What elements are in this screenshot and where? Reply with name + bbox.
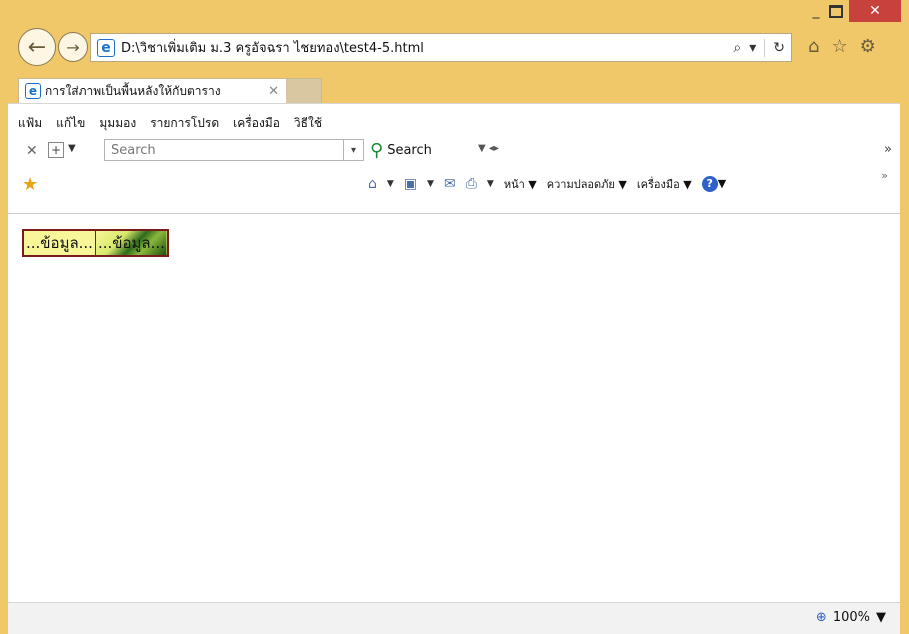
zoom-control[interactable]: ⊕ 100% ▼ [816,610,886,625]
menu-file[interactable]: แฟ้ม [18,114,42,133]
command-items: ⌂ ▼ ▣ ▼ ✉ ⎙ ▼ หน้า ▼ ความปลอดภัย ▼ เครื่… [368,175,726,193]
favorites-star-icon[interactable]: ☆ [831,36,847,57]
tab-ie-icon: e [25,83,41,99]
print-icon[interactable]: ⎙ [466,176,477,192]
address-url: D:\วิชาเพิ่มเติม ม.3 ครูอัจฉรา ไชยทอง\te… [121,41,424,56]
background-image-table: ...ข้อมูล... ...ข้อมูล... [22,229,169,257]
search-options-icon[interactable]: ▼ ◂▸ [478,143,499,154]
mail-icon[interactable]: ✉ [444,176,456,192]
safety-menu-label: ความปลอดภัย [546,178,615,191]
table-cell-image-background: ...ข้อมูล... [94,229,169,257]
toolbar-close-icon[interactable]: ✕ [26,143,38,159]
tab-active[interactable]: e การใส่ภาพเป็นพื้นหลังให้กับตาราง ✕ [18,78,288,103]
close-icon: ✕ [869,3,881,19]
menu-help[interactable]: วิธีใช้ [294,114,322,133]
toolbar-area: แฟ้ม แก้ไข มุมมอง รายการโปรด เครื่องมือ … [8,103,900,213]
tools-menu[interactable]: เครื่องมือ ▼ [637,175,692,193]
menu-edit[interactable]: แก้ไข [56,114,85,133]
back-button[interactable]: ← [18,28,56,66]
settings-gear-icon[interactable]: ⚙ [860,36,876,57]
zoom-dropdown-icon[interactable]: ▼ [876,610,886,625]
toolbar-add-icon[interactable]: + [48,142,64,158]
command-more-icon[interactable]: » [881,169,888,182]
minimize-icon: _ [812,3,820,19]
print-dropdown-icon[interactable]: ▼ [487,179,494,189]
home-icon[interactable]: ⌂ [808,36,819,57]
home-dropdown-icon[interactable]: ▼ [387,179,394,189]
menu-view[interactable]: มุมมอง [99,114,136,133]
maximize-button[interactable] [823,0,849,22]
refresh-icon[interactable]: ↻ [773,40,785,56]
zoom-level: 100% [832,610,870,625]
address-separator [764,38,766,57]
page-menu-label: หน้า [503,178,525,191]
browser-right-icons: ⌂ ☆ ⚙ [808,34,876,58]
search-dropdown-button[interactable]: ▾ [344,139,364,161]
table-cell: ...ข้อมูล... [22,229,96,257]
search-toolbar: ✕ + ▼ Search ▾ ⚲ Search ▼ ◂▸ » [8,137,900,165]
menu-bar: แฟ้ม แก้ไข มุมมอง รายการโปรด เครื่องมือ … [18,114,322,133]
close-button[interactable]: ✕ [849,0,901,22]
status-bar: ⊕ 100% ▼ [8,602,900,634]
search-button[interactable]: ⚲ Search [370,140,432,161]
search-magnifier-icon: ⚲ [370,140,384,161]
forward-arrow-icon: → [66,37,80,57]
ie-page-icon: e [97,38,115,57]
tools-menu-label: เครื่องมือ [636,178,680,191]
safety-menu[interactable]: ความปลอดภัย ▼ [547,175,627,193]
page-menu[interactable]: หน้า ▼ [504,175,537,193]
feeds-dropdown-icon[interactable]: ▼ [427,179,434,189]
add-favorites-icon[interactable]: ★ [22,174,38,195]
tab-close-icon[interactable]: ✕ [268,84,279,99]
help-menu[interactable]: ? ▼ [701,176,726,192]
feeds-icon[interactable]: ▣ [404,176,417,192]
home-cmd-icon[interactable]: ⌂ [368,176,377,192]
address-dropdown-icon[interactable]: ▾ [749,40,756,56]
toolbar-more-icon[interactable]: » [884,142,892,157]
table-row: ...ข้อมูล... ...ข้อมูล... [22,229,169,257]
toolbar-dropdown-icon[interactable]: ▼ [68,143,76,154]
address-search-icon[interactable]: ⌕ [733,40,741,56]
search-input[interactable]: Search [104,139,344,161]
menu-favorites[interactable]: รายการโปรด [150,114,219,133]
menu-tools[interactable]: เครื่องมือ [233,114,280,133]
page-content: ...ข้อมูล... ...ข้อมูล... [8,213,900,603]
back-arrow-icon: ← [27,34,47,60]
tab-title: การใส่ภาพเป็นพื้นหลังให้กับตาราง [45,83,221,98]
command-bar: ★ ⌂ ▼ ▣ ▼ ✉ ⎙ ▼ หน้า ▼ ความปลอดภัย ▼ เคร… [8,169,900,199]
help-icon: ? [701,176,718,192]
zoom-icon: ⊕ [815,610,827,625]
maximize-icon [829,4,843,18]
address-bar[interactable]: e D:\วิชาเพิ่มเติม ม.3 ครูอัจฉรา ไชยทอง\… [90,33,792,62]
search-button-label: Search [387,143,432,158]
new-tab-button[interactable] [286,78,322,104]
forward-button[interactable]: → [58,32,88,62]
